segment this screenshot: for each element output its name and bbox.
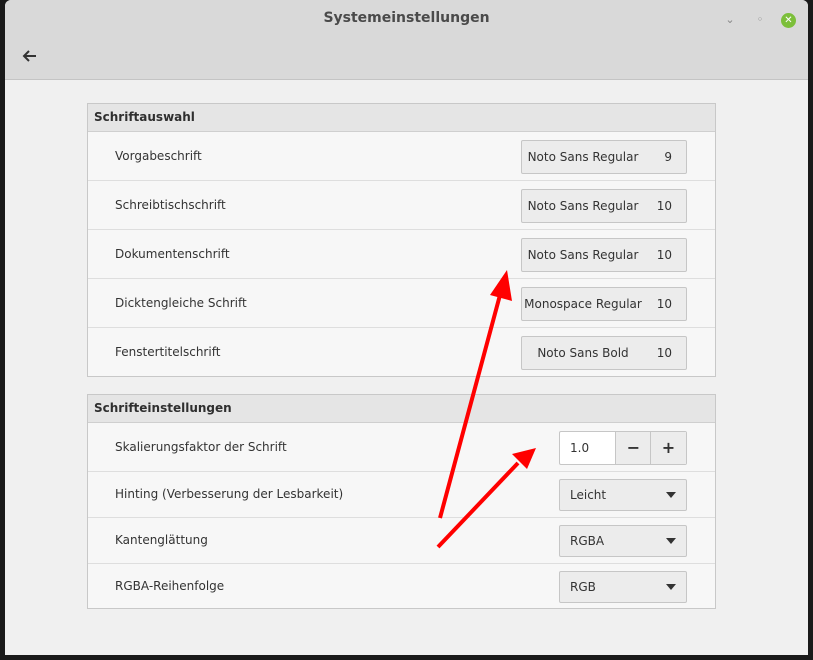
row-label: Dokumentenschrift [115, 247, 230, 261]
selected-value: RGBA [570, 534, 605, 548]
chevron-down-icon [666, 538, 676, 544]
rgba-order-select[interactable]: RGB [559, 571, 687, 603]
decrement-button[interactable]: − [615, 432, 651, 464]
scaling-factor-stepper: 1.0 − + [559, 431, 687, 465]
scaling-factor-input[interactable]: 1.0 [570, 432, 589, 464]
font-name: Monospace Regular [524, 297, 642, 311]
antialiasing-select[interactable]: RGBA [559, 525, 687, 557]
font-name: Noto Sans Bold [537, 346, 629, 360]
section-header: Schrifteinstellungen [88, 395, 715, 423]
font-name: Noto Sans Regular [527, 199, 639, 213]
row-label: RGBA-Reihenfolge [115, 579, 225, 593]
row-label: Hinting (Verbesserung der Lesbarkeit) [115, 487, 344, 501]
section-header: Schriftauswahl [88, 104, 715, 132]
row-label: Vorgabeschrift [115, 149, 202, 163]
chevron-down-icon [666, 584, 676, 590]
list-item: Schreibtischschrift Noto Sans Regular 10 [88, 181, 715, 230]
font-name: Noto Sans Regular [527, 248, 639, 262]
list-item: Fenstertitelschrift Noto Sans Bold 10 [88, 328, 715, 376]
row-label: Skalierungsfaktor der Schrift [115, 440, 287, 454]
font-size: 10 [656, 297, 672, 311]
selected-value: RGB [570, 580, 596, 594]
row-label: Dicktengleiche Schrift [115, 296, 247, 310]
increment-button[interactable]: + [650, 432, 686, 464]
font-name: Noto Sans Regular [527, 150, 639, 164]
list-item: Vorgabeschrift Noto Sans Regular 9 [88, 132, 715, 181]
font-size: 10 [656, 199, 672, 213]
font-selection-section: Schriftauswahl Vorgabeschrift Noto Sans … [87, 103, 716, 377]
window-title-font-button[interactable]: Noto Sans Bold 10 [521, 336, 687, 370]
font-settings-section: Schrifteinstellungen Skalierungsfaktor d… [87, 394, 716, 609]
list-item: Dicktengleiche Schrift Monospace Regular… [88, 279, 715, 328]
list-item: Skalierungsfaktor der Schrift 1.0 − + [88, 423, 715, 472]
list-item: Kantenglättung RGBA [88, 518, 715, 564]
default-font-button[interactable]: Noto Sans Regular 9 [521, 140, 687, 174]
row-label: Kantenglättung [115, 533, 208, 547]
list-item: Dokumentenschrift Noto Sans Regular 10 [88, 230, 715, 279]
monospace-font-button[interactable]: Monospace Regular 10 [521, 287, 687, 321]
row-label: Schreibtischschrift [115, 198, 226, 212]
chevron-down-icon [666, 492, 676, 498]
font-size: 9 [664, 150, 672, 164]
window-title: Systemeinstellungen [323, 10, 490, 26]
list-item: Hinting (Verbesserung der Lesbarkeit) Le… [88, 472, 715, 518]
font-size: 10 [656, 248, 672, 262]
close-icon[interactable]: ✕ [781, 13, 796, 28]
title-bar: Systemeinstellungen ⌄ ◦ ✕ [5, 0, 808, 80]
back-arrow-icon[interactable] [20, 46, 40, 66]
minimize-icon[interactable]: ⌄ [723, 13, 737, 27]
font-size: 10 [656, 346, 672, 360]
list-item: RGBA-Reihenfolge RGB [88, 564, 715, 608]
selected-value: Leicht [570, 488, 607, 502]
document-font-button[interactable]: Noto Sans Regular 10 [521, 238, 687, 272]
maximize-icon[interactable]: ◦ [753, 13, 767, 27]
hinting-select[interactable]: Leicht [559, 479, 687, 511]
row-label: Fenstertitelschrift [115, 345, 221, 359]
desktop-font-button[interactable]: Noto Sans Regular 10 [521, 189, 687, 223]
